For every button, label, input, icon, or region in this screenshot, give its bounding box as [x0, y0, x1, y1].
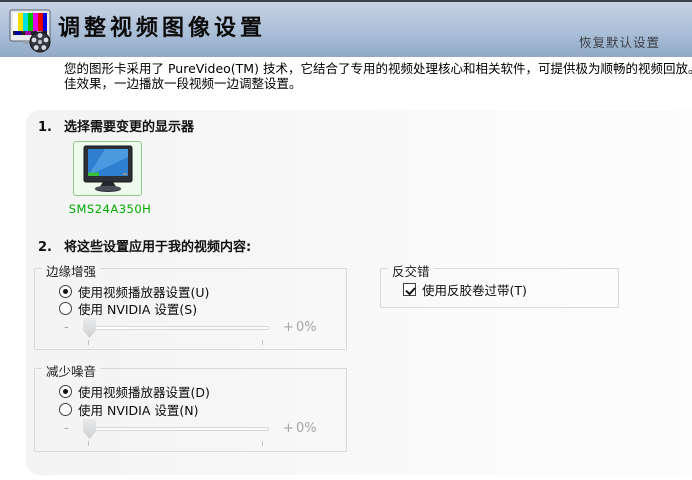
deinterlace-group-title: 反交错	[388, 261, 434, 280]
noise-use-player-settings-radio[interactable]: 使用视频播放器设置(D)	[59, 382, 210, 401]
noise-use-nvidia-settings-radio[interactable]: 使用 NVIDIA 设置(N)	[59, 400, 199, 419]
video-image-settings-page: 调整视频图像设置 恢复默认设置 您的图形卡采用了 PureVideo(TM) 技…	[0, 0, 692, 480]
slider-plus-label: +	[283, 320, 294, 335]
restore-defaults-link[interactable]: 恢复默认设置	[579, 32, 660, 51]
description-line-1: 您的图形卡采用了 PureVideo(TM) 技术，它结合了专用的视频处理核心和…	[64, 61, 692, 76]
slider-value: 0%	[296, 320, 317, 335]
section-2-heading: 2. 将这些设置应用于我的视频内容:	[38, 236, 251, 255]
monitor-icon	[81, 145, 135, 193]
section-2-number: 2.	[38, 240, 52, 255]
slider-minus-label: -	[64, 320, 69, 335]
section-1-number: 1.	[38, 120, 52, 135]
slider-tick	[88, 441, 89, 446]
edge-enhancement-group: 边缘增强 使用视频播放器设置(U) 使用 NVIDIA 设置(S) - + 0%	[34, 268, 347, 350]
section-1-heading: 1. 选择需要变更的显示器	[38, 116, 194, 135]
noise-reduction-slider: - + 0%	[35, 420, 346, 446]
description-line-2: 佳效果，一边播放一段视频一边调整设置。	[64, 76, 692, 91]
edge-enhancement-group-title: 边缘增强	[42, 261, 100, 280]
slider-minus-label: -	[64, 421, 69, 436]
slider-tick	[262, 340, 263, 345]
radio-unchecked-icon[interactable]	[59, 403, 72, 416]
deinterlace-group: 反交错 使用反胶卷过带(T)	[380, 268, 619, 308]
checkbox-checked-icon[interactable]	[403, 283, 416, 296]
page-title: 调整视频图像设置	[58, 10, 266, 42]
radio-label[interactable]: 使用 NVIDIA 设置(S)	[78, 299, 197, 318]
slider-tick	[88, 340, 89, 345]
radio-checked-icon[interactable]	[59, 285, 72, 298]
slider-plus-label: +	[283, 421, 294, 436]
slider-thumb[interactable]	[83, 318, 96, 338]
radio-unchecked-icon[interactable]	[59, 302, 72, 315]
inverse-telecine-checkbox[interactable]: 使用反胶卷过带(T)	[403, 280, 527, 299]
video-settings-icon	[9, 8, 55, 54]
radio-label[interactable]: 使用视频播放器设置(D)	[78, 382, 210, 401]
slider-value: 0%	[296, 421, 317, 436]
noise-reduction-group-title: 减少噪音	[42, 361, 100, 380]
slider-track[interactable]	[85, 427, 269, 431]
page-description: 您的图形卡采用了 PureVideo(TM) 技术，它结合了专用的视频处理核心和…	[64, 61, 692, 91]
page-header: 调整视频图像设置 恢复默认设置	[0, 0, 692, 57]
slider-thumb[interactable]	[83, 419, 96, 439]
edge-use-nvidia-settings-radio[interactable]: 使用 NVIDIA 设置(S)	[59, 299, 197, 318]
noise-reduction-group: 减少噪音 使用视频播放器设置(D) 使用 NVIDIA 设置(N) - + 0%	[34, 368, 347, 452]
display-name-label: SMS24A350H	[50, 202, 170, 216]
radio-label[interactable]: 使用 NVIDIA 设置(N)	[78, 400, 199, 419]
checkbox-label[interactable]: 使用反胶卷过带(T)	[422, 280, 527, 299]
section-2-title: 将这些设置应用于我的视频内容:	[64, 240, 251, 255]
section-1-title: 选择需要变更的显示器	[64, 120, 194, 135]
display-tile-sms24a350h[interactable]	[73, 141, 142, 196]
slider-track[interactable]	[85, 326, 269, 330]
radio-checked-icon[interactable]	[59, 385, 72, 398]
slider-tick	[262, 441, 263, 446]
edge-enhancement-slider: - + 0%	[35, 319, 346, 345]
